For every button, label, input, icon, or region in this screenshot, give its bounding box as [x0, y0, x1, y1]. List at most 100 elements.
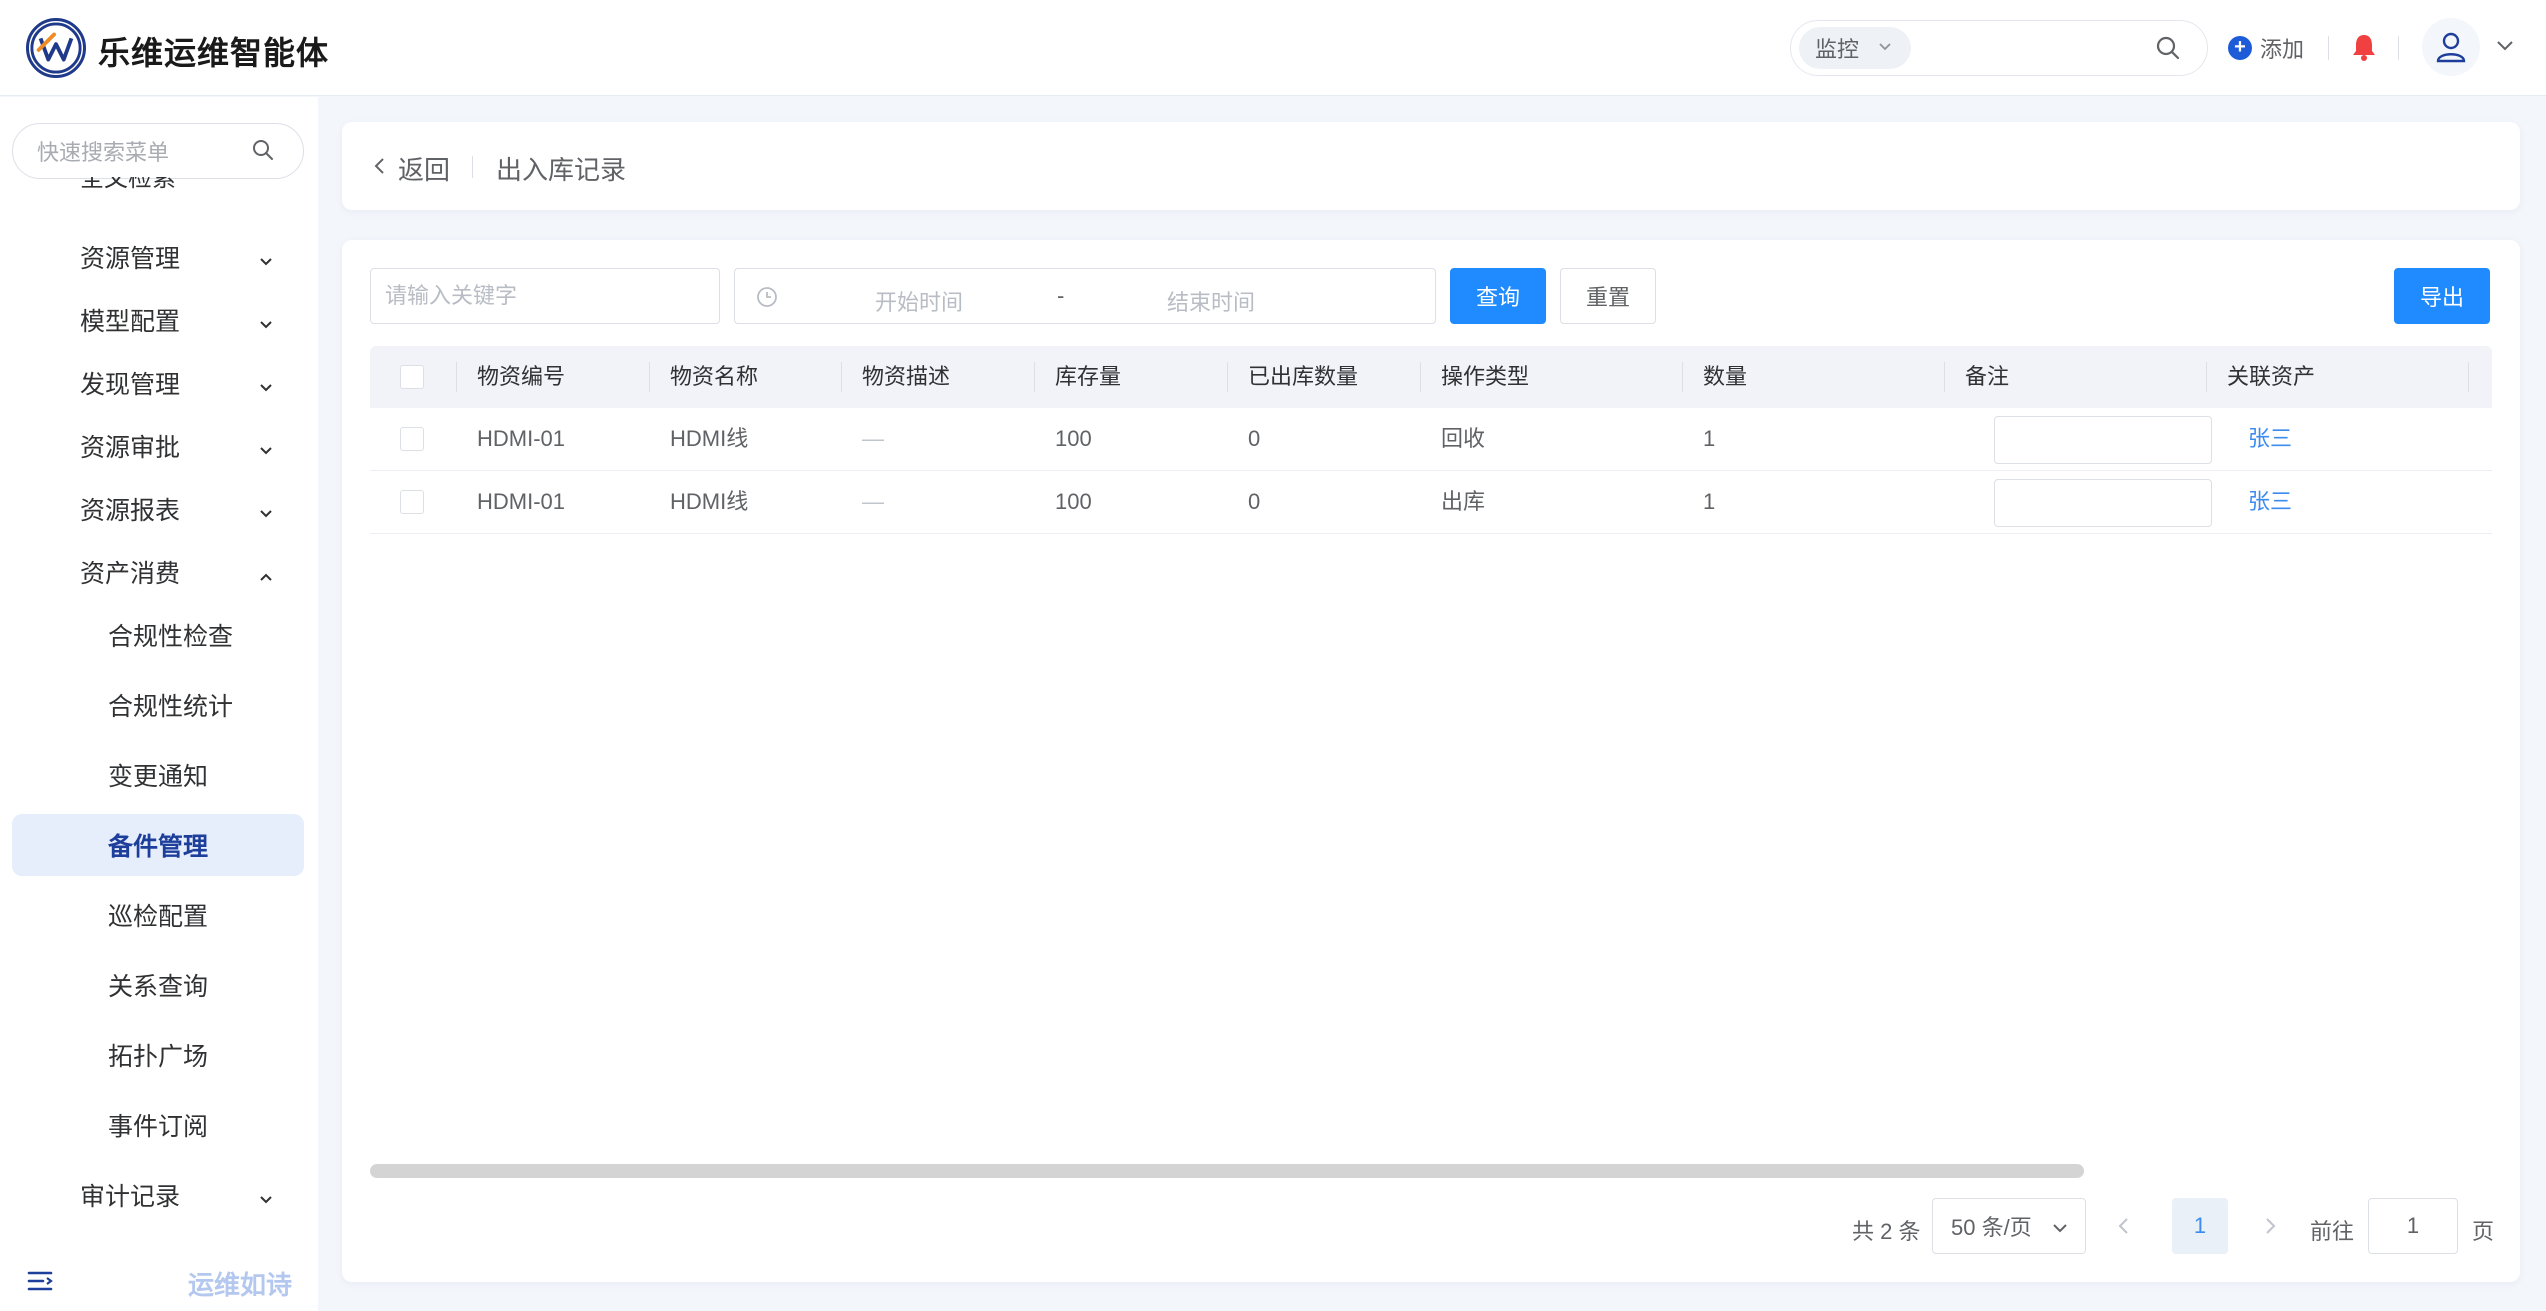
app-logo[interactable] — [26, 18, 86, 78]
search-scope-value: 监控 — [1815, 37, 1860, 62]
sidebar-subitem-label: 变更通知 — [108, 763, 209, 791]
query-button[interactable]: 查询 — [1450, 268, 1546, 324]
sidebar-item-resource-management[interactable]: 资源管理 — [0, 226, 318, 288]
sidebar-footer: 运维如诗 — [0, 1251, 318, 1311]
column-divider — [456, 362, 457, 392]
chevron-down-icon — [258, 248, 274, 277]
sidebar-subitem-topology[interactable]: 拓扑广场 — [0, 1024, 318, 1086]
column-header[interactable]: 已出库数量 — [1248, 346, 1358, 408]
breadcrumb-divider — [472, 156, 473, 178]
column-divider — [649, 362, 650, 392]
column-header[interactable]: 物资描述 — [862, 346, 950, 408]
next-page-button[interactable] — [2260, 1214, 2280, 1244]
menu-search-input[interactable]: 快速搜索菜单 — [12, 123, 304, 179]
column-header[interactable]: 关联资产 — [2227, 346, 2315, 408]
column-header[interactable]: 操作类型 — [1441, 346, 1529, 408]
sidebar-item-audit-log[interactable]: 审计记录 — [0, 1164, 318, 1226]
sidebar-subitem-relation-query[interactable]: 关系查询 — [0, 954, 318, 1016]
page-number-current[interactable]: 1 — [2172, 1198, 2228, 1254]
cell-desc: — — [862, 426, 884, 451]
search-scope-select[interactable]: 监控 — [1799, 27, 1911, 69]
sidebar-item-label: 资源审批 — [80, 434, 181, 462]
chevron-left-icon — [372, 153, 388, 184]
chevron-down-icon — [258, 437, 274, 466]
page-unit-label: 页 — [2472, 1219, 2495, 1244]
page-size-value: 50 条/页 — [1951, 1215, 2032, 1240]
sidebar-item-resource-approval[interactable]: 资源审批 — [0, 415, 318, 477]
sidebar-subitem-label: 备件管理 — [108, 833, 209, 861]
bell-icon[interactable] — [2350, 32, 2378, 67]
cell-name: HDMI线 — [670, 426, 749, 451]
chevron-right-icon — [2266, 1218, 2276, 1234]
sidebar-subitem-inspection-config[interactable]: 巡检配置 — [0, 884, 318, 946]
sidebar-subitem-spare-parts[interactable]: 备件管理 — [12, 814, 304, 876]
cell-stock: 100 — [1055, 489, 1092, 514]
chevron-down-icon — [2051, 1217, 2069, 1243]
row-checkbox[interactable] — [400, 427, 424, 451]
column-divider — [2468, 362, 2469, 392]
column-header[interactable]: 物资编号 — [477, 346, 565, 408]
sidebar-subitem-label: 巡检配置 — [108, 903, 209, 931]
sidebar-subitem-event-subscription[interactable]: 事件订阅 — [0, 1094, 318, 1156]
goto-page-input[interactable] — [2368, 1198, 2458, 1254]
column-header[interactable]: 物资名称 — [670, 346, 758, 408]
sidebar-subitem-label: 合规性统计 — [108, 693, 234, 721]
date-range-picker[interactable]: 开始时间 - 结束时间 — [734, 268, 1436, 324]
sidebar-subitem-change-notice[interactable]: 变更通知 — [0, 744, 318, 806]
search-icon[interactable] — [2155, 35, 2181, 66]
cell-op-type: 出库 — [1441, 489, 1486, 514]
sidebar-item-label: 资源管理 — [80, 245, 181, 273]
asset-link[interactable]: 张三 — [2248, 471, 2292, 533]
menu-collapse-icon[interactable] — [26, 1267, 54, 1300]
table-row[interactable]: HDMI-01 HDMI线 — 100 0 回收 1 张三 — [370, 408, 2492, 471]
column-divider — [1682, 362, 1683, 392]
start-time-placeholder[interactable]: 开始时间 — [875, 285, 963, 317]
column-divider — [1944, 362, 1945, 392]
sidebar-item-discovery[interactable]: 发现管理 — [0, 352, 318, 414]
cell-qty: 1 — [1703, 426, 1716, 451]
cell-stock: 100 — [1055, 426, 1092, 451]
add-button[interactable]: + 添加 — [2228, 32, 2304, 64]
sidebar-item-resource-report[interactable]: 资源报表 — [0, 478, 318, 540]
horizontal-scrollbar[interactable] — [370, 1164, 2084, 1178]
keyword-input[interactable] — [370, 268, 720, 324]
sidebar-subitem-compliance-stats[interactable]: 合规性统计 — [0, 674, 318, 736]
breadcrumb: 返回 出入库记录 — [342, 122, 2520, 210]
sidebar-subitem-compliance-check[interactable]: 合规性检查 — [0, 604, 318, 666]
column-header[interactable]: 数量 — [1703, 346, 1747, 408]
asset-link[interactable]: 张三 — [2248, 408, 2292, 470]
note-input[interactable] — [1994, 479, 2212, 527]
page-size-select[interactable]: 50 条/页 — [1932, 1198, 2086, 1254]
sidebar-item-model-config[interactable]: 模型配置 — [0, 289, 318, 351]
cell-desc: — — [862, 489, 884, 514]
pagination-total: 共 2 条 — [1852, 1219, 1921, 1244]
row-checkbox[interactable] — [400, 490, 424, 514]
top-header: 乐维运维智能体 监控 + 添加 — [0, 0, 2546, 96]
end-time-placeholder[interactable]: 结束时间 — [1167, 285, 1255, 317]
select-all-checkbox[interactable] — [400, 365, 424, 389]
logo-icon — [30, 22, 82, 74]
header-divider — [2328, 36, 2329, 60]
prev-page-button[interactable] — [2114, 1214, 2134, 1244]
export-button[interactable]: 导出 — [2394, 268, 2490, 324]
column-header[interactable]: 备注 — [1965, 346, 2009, 408]
goto-label: 前往 — [2310, 1219, 2355, 1244]
sidebar-item-asset-consumption[interactable]: 资产消费 — [0, 541, 318, 603]
table-row[interactable]: HDMI-01 HDMI线 — 100 0 出库 1 张三 — [370, 471, 2492, 534]
records-panel: 开始时间 - 结束时间 查询 重置 导出 物资编号 物资名称 物资描述 库存量 … — [342, 240, 2520, 1282]
sidebar-item-partial[interactable]: 全文检索 — [80, 177, 176, 199]
chevron-down-icon — [1877, 38, 1893, 59]
chevron-down-icon — [258, 311, 274, 340]
global-search[interactable]: 监控 — [1790, 20, 2208, 76]
search-icon[interactable] — [251, 138, 275, 168]
note-input[interactable] — [1994, 416, 2212, 464]
reset-button[interactable]: 重置 — [1560, 268, 1656, 324]
sidebar-subitem-label: 拓扑广场 — [108, 1043, 209, 1071]
sidebar-item-label: 模型配置 — [80, 308, 181, 336]
back-button[interactable]: 返回 — [372, 150, 450, 187]
avatar[interactable] — [2422, 18, 2480, 76]
sidebar-footer-slogan: 运维如诗 — [188, 1270, 293, 1300]
column-header[interactable]: 库存量 — [1055, 346, 1121, 408]
cell-code: HDMI-01 — [477, 426, 566, 451]
chevron-down-icon[interactable] — [2494, 34, 2516, 61]
